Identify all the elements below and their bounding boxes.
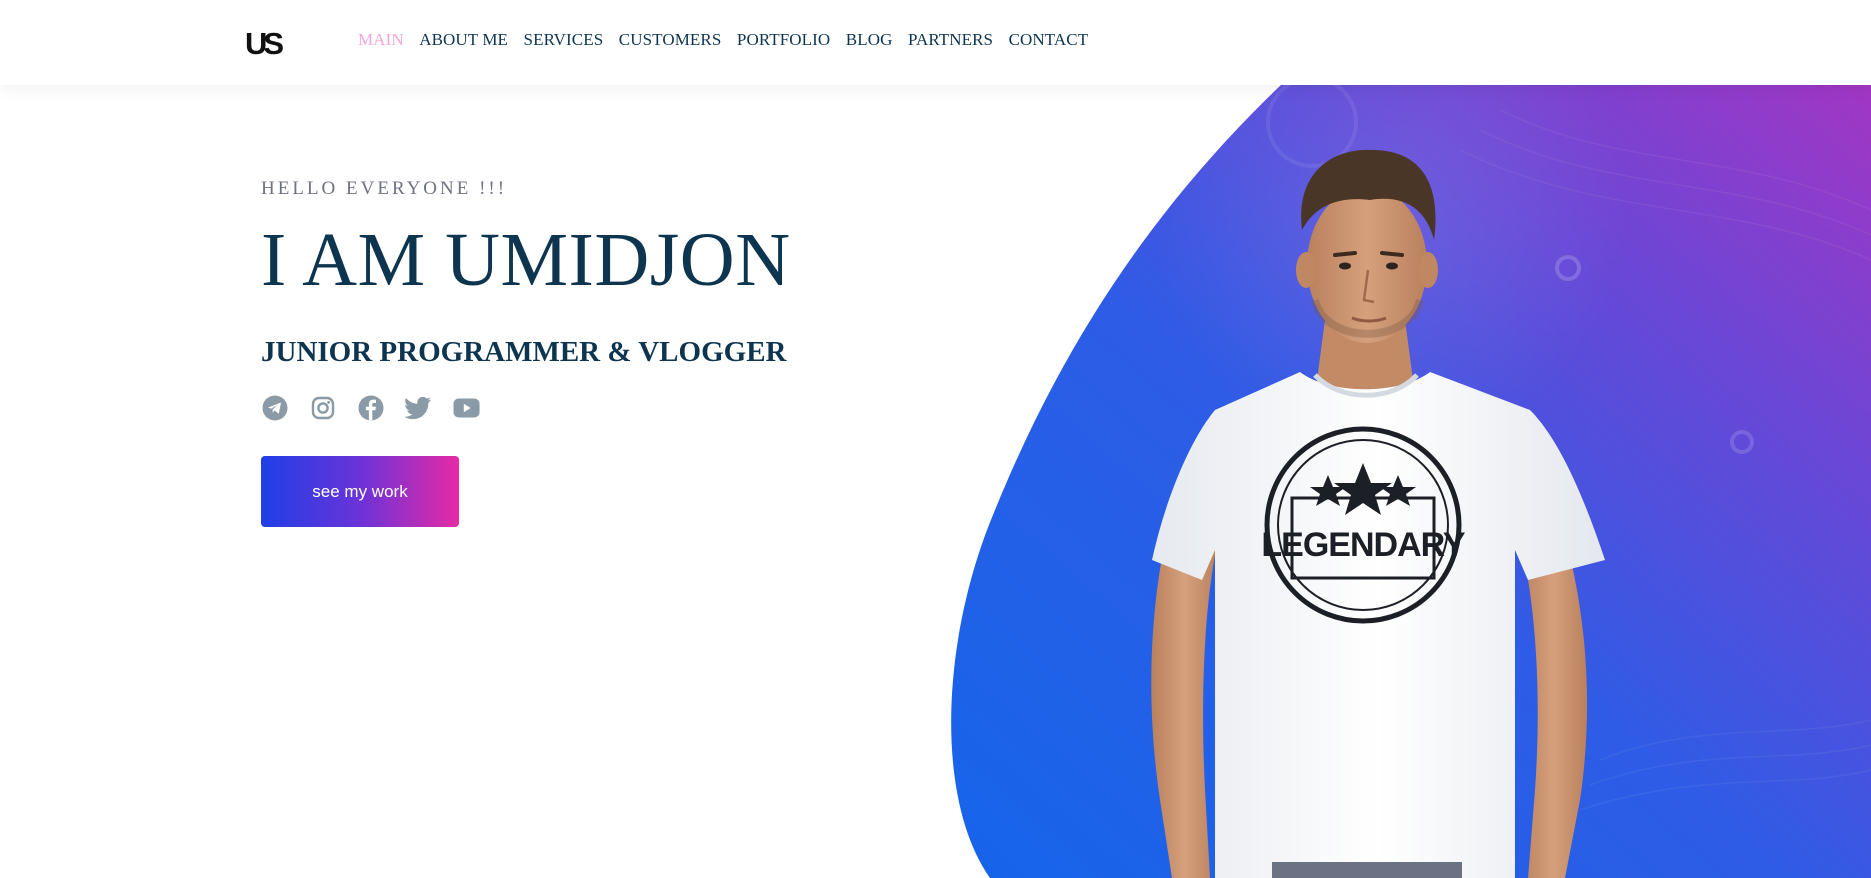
nav-item-portfolio[interactable]: PORTFOLIO [737,30,830,50]
nav-item-contact[interactable]: CONTACT [1009,30,1089,50]
main-nav: MAIN ABOUT ME SERVICES CUSTOMERS PORTFOL… [358,30,1104,50]
hero-subtitle: JUNIOR PROGRAMMER & VLOGGER [261,336,787,368]
twitter-icon[interactable] [405,395,432,422]
social-links [261,393,861,423]
site-header: US MAIN ABOUT ME SERVICES CUSTOMERS PORT… [0,0,1871,85]
logo[interactable]: US [245,22,285,62]
nav-item-customers[interactable]: CUSTOMERS [619,30,722,50]
hero-headline: I AM UMIDJON [261,218,791,302]
nav-item-partners[interactable]: PARTNERS [908,30,993,50]
hero-section: HELLO EVERYONE !!! I AM UMIDJON JUNIOR P… [261,170,861,527]
nav-item-main[interactable]: MAIN [358,30,404,50]
hero-greeting: HELLO EVERYONE !!! [261,178,508,199]
youtube-icon[interactable] [453,395,480,422]
shirt-emblem-text: LEGENDARY [1261,526,1466,564]
nav-item-about-me[interactable]: ABOUT ME [419,30,508,50]
nav-item-services[interactable]: SERVICES [524,30,604,50]
see-my-work-button[interactable]: see my work [261,456,459,527]
facebook-icon[interactable] [357,395,384,422]
instagram-icon[interactable] [309,395,336,422]
nav-item-blog[interactable]: BLOG [846,30,893,50]
svg-text:US: US [245,26,283,61]
telegram-icon[interactable] [261,395,288,422]
